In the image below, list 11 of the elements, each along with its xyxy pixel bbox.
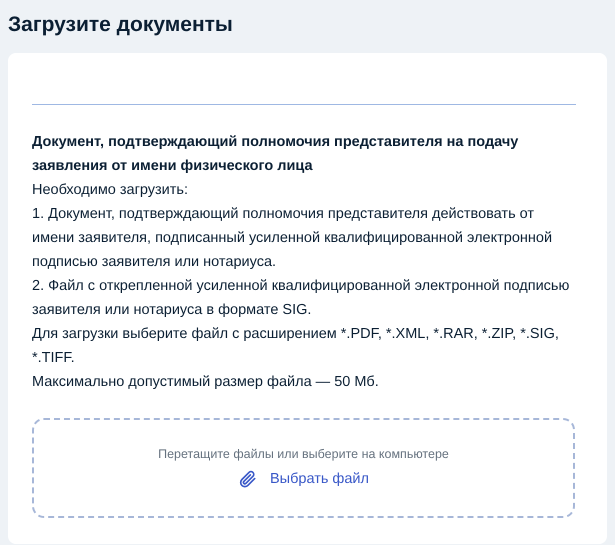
- choose-file-button[interactable]: Выбрать файл: [238, 469, 369, 489]
- instruction-text: Необходимо загрузить:: [32, 181, 190, 200]
- instruction-text: Для загрузки выберите файл с расширением *.PDF, *.XML, *.RAR, *.ZIP, *.SIG, *.TIFF.: [32, 325, 560, 368]
- file-drop-zone[interactable]: Перетащите файлы или выберите на компьютере Выбрать файл: [32, 418, 575, 518]
- instruction-text: 2. Файл с открепленной усиленной квалифицированной электронной подписью заявителя или нотариуса в формате SIG.: [32, 277, 570, 320]
- paperclip-icon: [238, 469, 258, 489]
- document-title: Документ, подтверждающий полномочия представителя на подачу заявления от имени физического лица: [32, 133, 520, 176]
- drop-hint: Перетащите файлы или выберите на компьютере: [158, 447, 449, 461]
- instruction-text: Максимально допустимый размер файла — 50 Мб.: [32, 373, 380, 392]
- instruction-text: 1. Документ, подтверждающий полномочия представителя действовать от имени заявителя, подписанный усиленной квалифицированной электронной подписью заявителя или нотариуса.: [32, 205, 554, 272]
- page-title: Загрузите документы: [8, 12, 234, 38]
